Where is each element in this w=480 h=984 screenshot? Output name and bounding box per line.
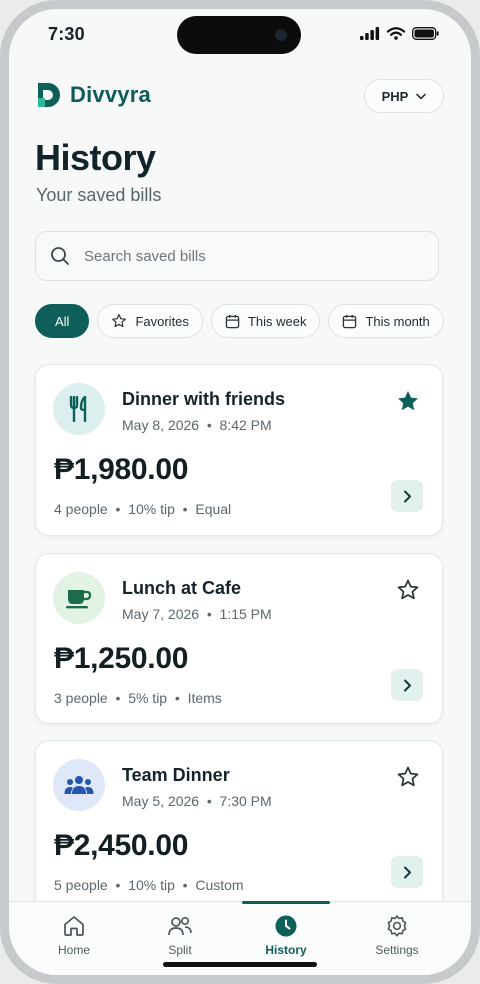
search-input[interactable] (84, 247, 384, 265)
filter-label: This week (247, 313, 307, 329)
bill-name: Lunch at Cafe (122, 578, 242, 598)
nav-label: History (265, 943, 307, 957)
nav-home[interactable]: Home (19, 902, 129, 975)
status-icons (360, 27, 439, 40)
app-screen: 7:30 Divvyra PHP History Your saved bill… (9, 9, 471, 975)
home-indicator (163, 962, 317, 967)
search-icon (51, 247, 69, 265)
bill-date: May 7, 2026 • 1:15 PM (122, 606, 272, 622)
filter-this-month[interactable]: This month (328, 304, 444, 338)
status-bar: 7:30 (9, 9, 471, 63)
phone-frame: 7:30 Divvyra PHP History Your saved bill… (0, 0, 480, 984)
group-icon (64, 776, 94, 794)
chevron-right-icon (403, 866, 411, 878)
bill-name: Dinner with friends (122, 389, 286, 409)
nav-settings[interactable]: Settings (342, 902, 452, 975)
bill-date: May 8, 2026 • 8:42 PM (122, 417, 272, 433)
calendar-icon (343, 314, 357, 328)
battery-icon (412, 27, 439, 40)
gear-icon (387, 915, 407, 937)
brand: Divvyra (36, 81, 151, 109)
bill-name: Team Dinner (122, 765, 230, 785)
nav-label: Settings (375, 943, 419, 957)
bill-icon-badge (53, 572, 105, 624)
star-outline-icon[interactable] (396, 765, 420, 789)
bill-meta: 5 people • 10% tip • Custom (54, 877, 244, 893)
currency-label: PHP (381, 88, 409, 104)
chevron-down-icon (416, 93, 427, 100)
wifi-icon (387, 27, 405, 40)
page-subtitle: Your saved bills (36, 185, 162, 205)
currency-selector[interactable]: PHP (364, 79, 444, 113)
bill-amount: ₱1,980.00 (54, 453, 189, 486)
active-indicator (242, 901, 330, 904)
status-time: 7:30 (48, 24, 85, 44)
bill-card[interactable]: Lunch at Cafe May 7, 2026 • 1:15 PM ₱1,2… (35, 553, 443, 724)
people-icon (168, 916, 192, 936)
utensils-icon (69, 396, 87, 422)
bill-icon-badge (53, 759, 105, 811)
open-bill-button[interactable] (391, 480, 423, 512)
chevron-right-icon (403, 490, 411, 502)
dynamic-island (177, 16, 301, 54)
open-bill-button[interactable] (391, 856, 423, 888)
nav-label: Home (57, 943, 90, 957)
open-bill-button[interactable] (391, 669, 423, 701)
filter-chips: All Favorites This week This month (35, 304, 444, 338)
filter-label: Favorites (135, 313, 189, 329)
bill-meta: 3 people • 5% tip • Items (54, 690, 222, 706)
filter-this-week[interactable]: This week (210, 304, 321, 338)
brand-name: Divvyra (70, 82, 151, 107)
bill-card[interactable]: Dinner with friends May 8, 2026 • 8:42 P… (35, 364, 443, 536)
star-outline-icon[interactable] (396, 578, 420, 602)
bill-card[interactable]: Team Dinner May 5, 2026 • 7:30 PM ₱2,450… (35, 740, 443, 915)
bill-amount: ₱2,450.00 (54, 829, 189, 862)
logo-icon (38, 83, 60, 107)
filter-label: This month (365, 313, 430, 329)
home-icon (64, 916, 84, 936)
bill-icon-badge (53, 383, 105, 435)
filter-favorites[interactable]: Favorites (97, 304, 203, 338)
signal-icon (360, 27, 380, 40)
page-title: History (35, 137, 156, 178)
bill-amount: ₱1,250.00 (54, 642, 189, 675)
bill-meta: 4 people • 10% tip • Equal (54, 501, 232, 517)
nav-label: Split (168, 943, 192, 957)
calendar-icon (225, 314, 240, 328)
star-filled-icon[interactable] (396, 389, 420, 413)
clock-icon (275, 915, 297, 937)
filter-label: All (55, 313, 70, 329)
camera-icon (275, 29, 287, 41)
coffee-cup-icon (66, 590, 92, 609)
star-outline-icon (112, 314, 127, 328)
chevron-right-icon (403, 679, 411, 691)
bill-date: May 5, 2026 • 7:30 PM (122, 793, 272, 809)
filter-all[interactable]: All (35, 304, 90, 338)
search-box[interactable] (35, 231, 439, 281)
